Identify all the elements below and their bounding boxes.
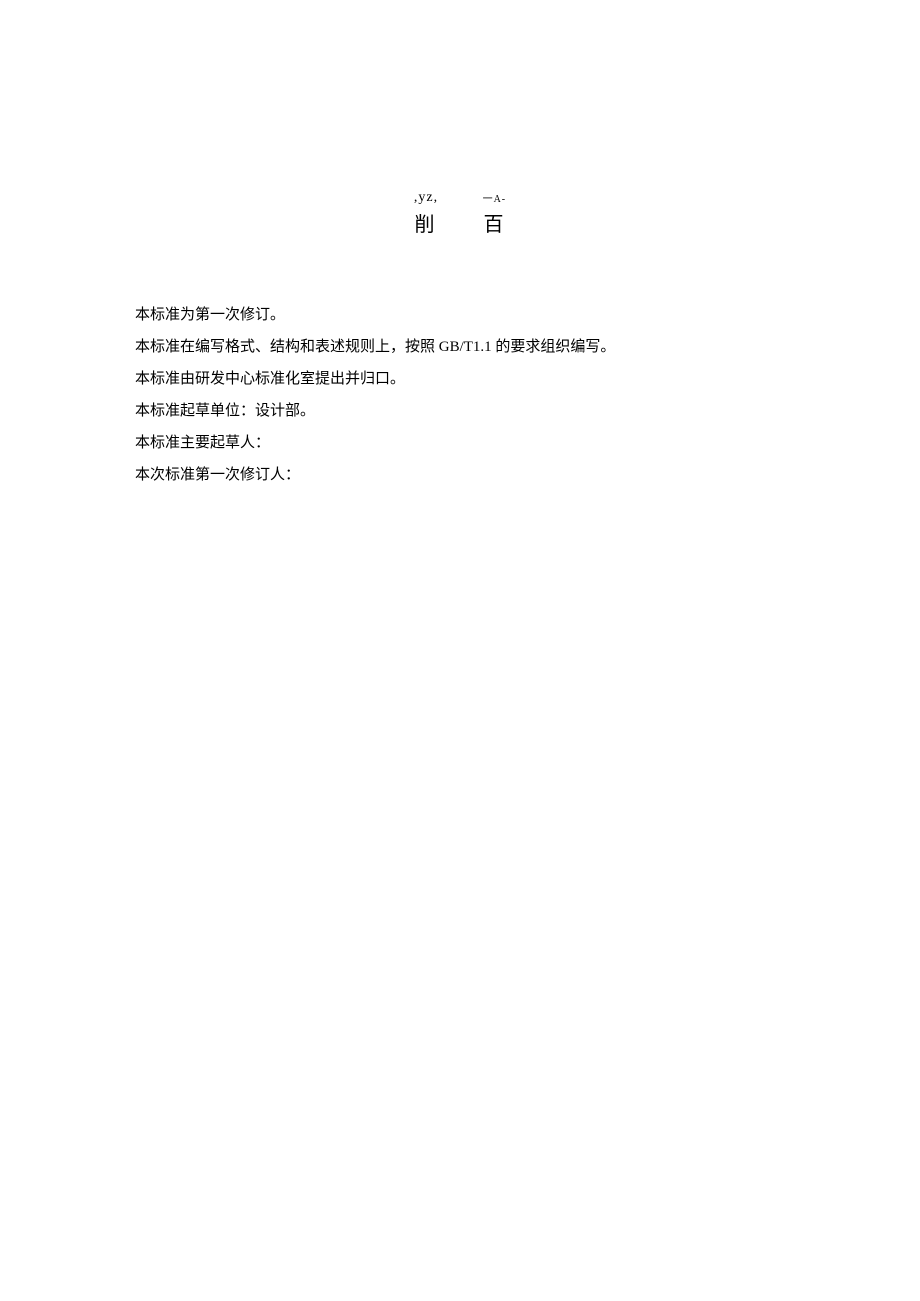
document-body: 本标准为第一次修订。 本标准在编写格式、结构和表述规则上，按照 GB/T1.1 …	[135, 300, 805, 492]
header-char-1: 削	[415, 208, 437, 237]
paragraph-3: 本标准由研发中心标准化室提出并归口。	[135, 364, 805, 394]
paragraph-1: 本标准为第一次修订。	[135, 300, 805, 330]
paragraph-2: 本标准在编写格式、结构和表述规则上，按照 GB/T1.1 的要求组织编写。	[135, 332, 805, 362]
paragraph-4: 本标准起草单位：设计部。	[135, 396, 805, 426]
header-line-2: 削 百	[0, 208, 920, 237]
paragraph-5: 本标准主要起草人：	[135, 428, 805, 458]
document-page: ,yz, 一A- 削 百 本标准为第一次修订。 本标准在编写格式、结构和表述规则…	[0, 0, 920, 1301]
header-fragment-2: 一A-	[483, 190, 507, 205]
header-char-2: 百	[484, 208, 506, 237]
header-fragment-1: ,yz,	[414, 190, 438, 206]
paragraph-6: 本次标准第一次修订人：	[135, 460, 805, 490]
header-line-1: ,yz, 一A-	[0, 190, 920, 206]
document-header: ,yz, 一A- 削 百	[0, 190, 920, 237]
